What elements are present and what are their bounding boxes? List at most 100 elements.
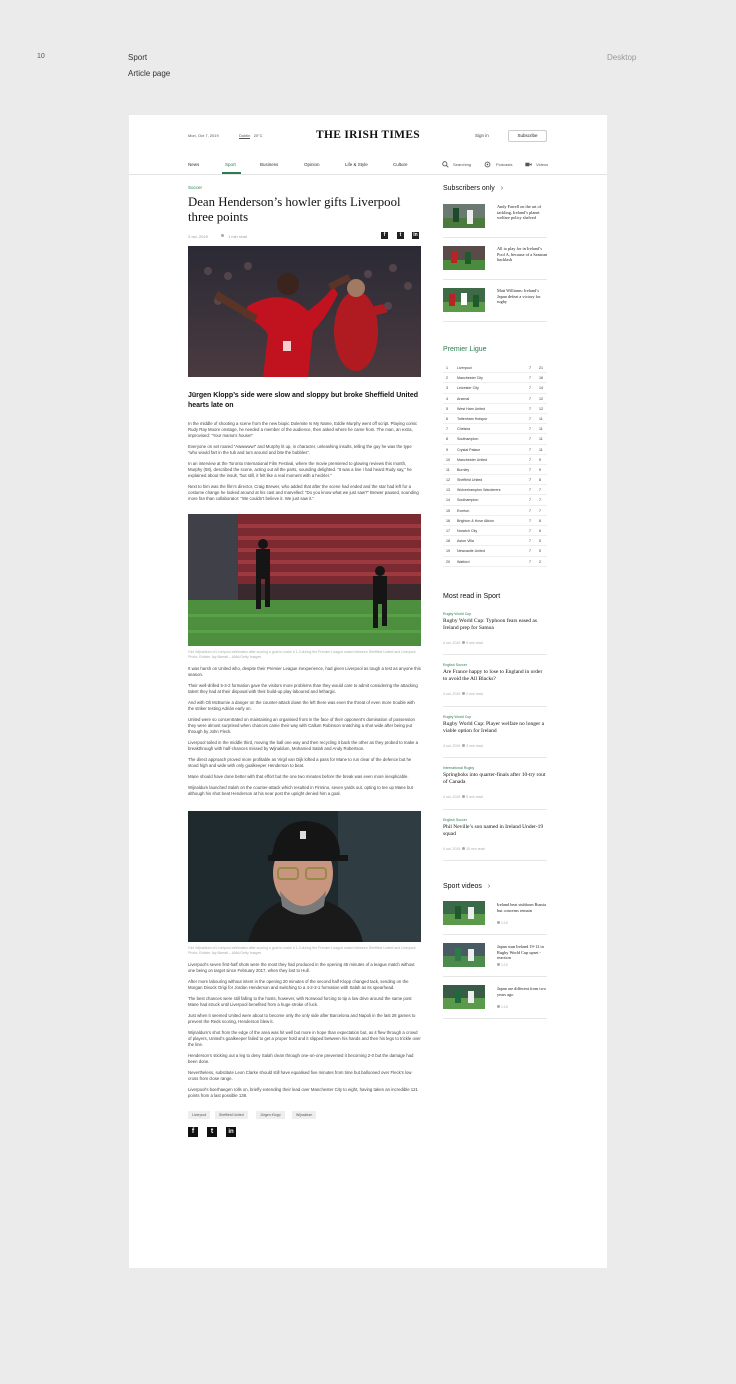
league-row[interactable]: 10 Manchester United 7 9 xyxy=(443,455,547,465)
nav-active-indicator xyxy=(222,172,241,174)
league-row[interactable]: 14 Southampton 7 7 xyxy=(443,495,547,506)
most-read-category[interactable]: Rugby World Cup xyxy=(443,612,471,616)
most-read-title[interactable]: Rugby World Cup: Player welfare no longe… xyxy=(443,721,547,735)
league-row[interactable]: 8 Southampton 7 11 xyxy=(443,434,547,445)
nav-videos[interactable]: Videos xyxy=(536,162,548,167)
most-read-item[interactable]: English Soccer Are France happy to lose t… xyxy=(443,655,547,707)
tag-jurgen-klopp[interactable]: Jürgen Klopp xyxy=(256,1111,285,1119)
nav-opinion[interactable]: Opinion xyxy=(304,162,320,167)
most-read-category[interactable]: International Rugby xyxy=(443,766,474,770)
tag-wijnaldum[interactable]: Wijnaldum xyxy=(292,1111,317,1119)
nav-business[interactable]: Business xyxy=(260,162,278,167)
league-position: 13 xyxy=(446,488,450,493)
nav-life-style[interactable]: Life & Style xyxy=(345,162,368,167)
league-row[interactable]: 9 Crystal Palace 7 11 xyxy=(443,445,547,455)
video-icon[interactable] xyxy=(525,161,532,168)
nav-searching[interactable]: Searching xyxy=(453,162,471,167)
list-item[interactable]: All to play for in Ireland’s Pool A, bec… xyxy=(443,238,547,280)
facebook-icon[interactable]: f xyxy=(188,1127,198,1137)
most-read-item[interactable]: English Soccer Phil Neville’s son named i… xyxy=(443,810,547,862)
video-duration-value: 1:10 xyxy=(500,1005,508,1010)
most-read-title[interactable]: Springboks into quarter-finals after 10-… xyxy=(443,772,547,786)
video-item[interactable]: Japan are different from two years ago 1… xyxy=(443,977,549,1020)
video-item[interactable]: Ireland beat stubborn Russia but concern… xyxy=(443,893,549,936)
league-team: Southampton xyxy=(457,437,479,442)
league-row[interactable]: 19 Newcastle United 7 5 xyxy=(443,546,547,557)
linkedin-icon[interactable]: in xyxy=(412,232,419,239)
league-played: 7 xyxy=(529,376,531,381)
league-points: 9 xyxy=(539,457,541,462)
most-read-item[interactable]: Rugby World Cup Rugby World Cup: Typhoon … xyxy=(443,604,547,656)
video-thumbnail[interactable] xyxy=(443,985,485,1010)
paragraph: Wijnaldum’s shot from the edge of the ar… xyxy=(188,1030,421,1047)
facebook-icon[interactable]: f xyxy=(381,232,388,239)
most-read-meta: 4 oct, 2019 5 min read xyxy=(443,795,483,799)
league-position: 12 xyxy=(446,478,450,483)
league-row[interactable]: 12 Sheffield United 7 8 xyxy=(443,475,547,486)
nav-sport[interactable]: Sport xyxy=(225,162,236,167)
podcast-icon[interactable] xyxy=(484,161,491,168)
linkedin-icon[interactable]: in xyxy=(226,1127,236,1137)
league-heading: Premier Ligue xyxy=(443,346,487,353)
most-read-title[interactable]: Phil Neville’s son named in Ireland Unde… xyxy=(443,824,547,838)
most-read-time: 2 min read xyxy=(466,692,483,697)
signin-link[interactable]: Sign in xyxy=(475,133,489,138)
video-title[interactable]: Japan stun Ireland 19-12 in Rugby World … xyxy=(497,944,549,961)
most-read-time: 5 min read xyxy=(466,795,483,800)
league-row[interactable]: 16 Brighton & Hove Albion 7 6 xyxy=(443,516,547,526)
board-page-label: Article page xyxy=(128,69,171,78)
league-row[interactable]: 1 Liverpool 7 21 xyxy=(443,363,547,374)
nav-podcasts[interactable]: Podcasts xyxy=(496,162,512,167)
league-points: 2 xyxy=(539,559,541,564)
paragraph: In an interview at the Toronto Internati… xyxy=(188,461,412,478)
video-thumbnail[interactable] xyxy=(443,901,485,926)
most-read-title[interactable]: Are France happy to lose to England in o… xyxy=(443,669,547,683)
search-icon[interactable] xyxy=(442,161,449,168)
article-byline: 2 oct, 2019 1 min read f t in xyxy=(188,230,421,244)
nav-news[interactable]: News xyxy=(188,162,199,167)
league-row[interactable]: 20 Watford 7 2 xyxy=(443,557,547,567)
league-row[interactable]: 11 Burnley 7 9 xyxy=(443,465,547,476)
most-read-item[interactable]: Rugby World Cup Rugby World Cup: Player w… xyxy=(443,707,547,759)
most-read-category[interactable]: English Soccer xyxy=(443,663,467,667)
league-played: 7 xyxy=(529,498,531,503)
twitter-icon[interactable]: t xyxy=(207,1127,217,1137)
paragraph: The direct approach proved more profitab… xyxy=(188,757,412,768)
league-row[interactable]: 18 Aston Villa 7 5 xyxy=(443,536,547,547)
league-played: 7 xyxy=(529,549,531,554)
most-read-category[interactable]: English Soccer xyxy=(443,818,467,822)
video-title[interactable]: Japan are different from two years ago xyxy=(497,986,549,997)
league-row[interactable]: 15 Everton 7 7 xyxy=(443,506,547,516)
most-read-item[interactable]: International Rugby Springboks into quart… xyxy=(443,758,547,810)
subscribe-button[interactable]: Subscribe xyxy=(508,130,547,142)
subscribers-list: Andy Farrell on the art of tackling, Ire… xyxy=(443,196,547,322)
tag-liverpool[interactable]: Liverpool xyxy=(188,1111,211,1119)
league-row[interactable]: 3 Leicester City 7 14 xyxy=(443,383,547,394)
video-title[interactable]: Ireland beat stubborn Russia but concern… xyxy=(497,902,549,913)
videos-heading[interactable]: Sport videos › xyxy=(443,883,547,890)
nav-culture[interactable]: Culture xyxy=(393,162,408,167)
article-kicker[interactable]: Soccer xyxy=(188,185,421,190)
tag-sheffield-united[interactable]: Sheffield United xyxy=(215,1111,248,1119)
league-played: 7 xyxy=(529,488,531,493)
league-row[interactable]: 5 West Ham United 7 12 xyxy=(443,404,547,414)
league-position: 20 xyxy=(446,559,450,564)
league-played: 7 xyxy=(529,386,531,391)
league-row[interactable]: 2 Manchester City 7 16 xyxy=(443,373,547,384)
subscribers-heading[interactable]: Subscribers only › xyxy=(443,185,547,192)
league-row[interactable]: 4 Arsenal 7 12 xyxy=(443,394,547,404)
paragraph: Liverpool’s seven first-half shots were … xyxy=(188,962,415,973)
league-row[interactable]: 17 Norwich City 7 6 xyxy=(443,526,547,537)
list-item[interactable]: Matt Williams: Ireland’s Japan defeat a … xyxy=(443,280,547,322)
list-item[interactable]: Andy Farrell on the art of tackling, Ire… xyxy=(443,196,547,238)
league-row[interactable]: 13 Wolverhampton Wanderers 7 7 xyxy=(443,485,547,496)
league-row[interactable]: 6 Tottenham Hotspur 7 11 xyxy=(443,414,547,425)
video-thumbnail[interactable] xyxy=(443,943,485,968)
most-read-title[interactable]: Rugby World Cup: Typhoon fears eased as … xyxy=(443,618,547,632)
article-title: Dean Henderson’s howler gifts Liverpool … xyxy=(188,195,401,224)
league-position: 16 xyxy=(446,518,450,523)
video-item[interactable]: Japan stun Ireland 19-12 in Rugby World … xyxy=(443,935,549,978)
twitter-icon[interactable]: t xyxy=(397,232,404,239)
most-read-category[interactable]: Rugby World Cup xyxy=(443,715,471,719)
league-row[interactable]: 7 Chelsea 7 11 xyxy=(443,424,547,435)
